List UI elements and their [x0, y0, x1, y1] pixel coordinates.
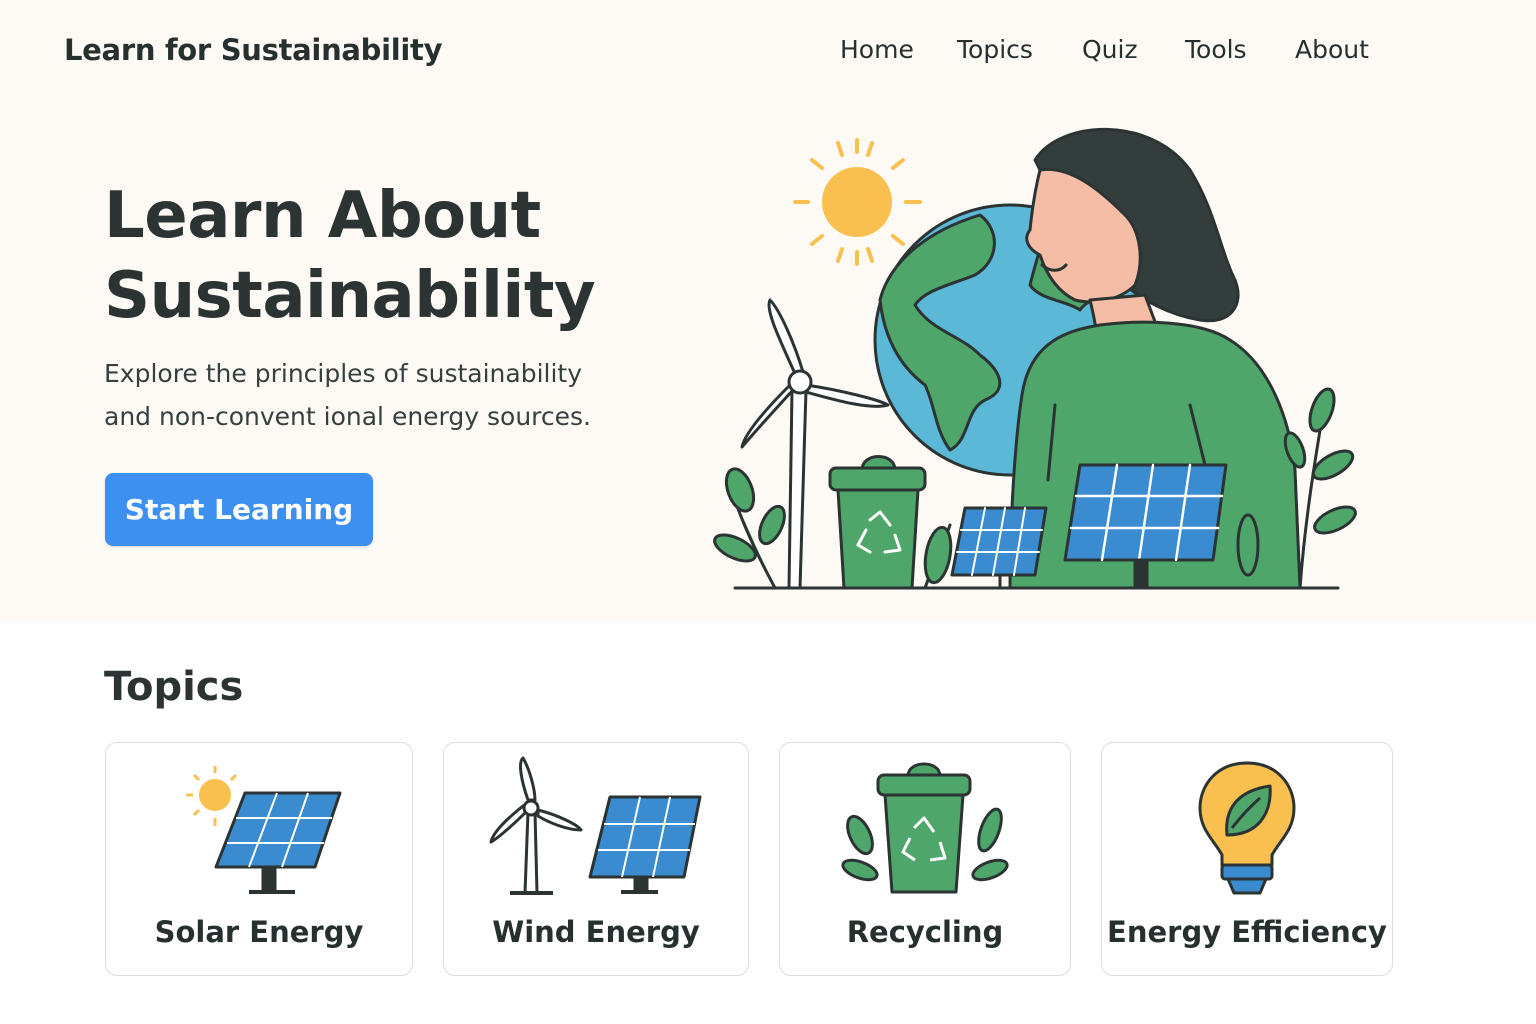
topic-card-wind[interactable]: Wind Energy [443, 742, 749, 976]
nav-topics[interactable]: Topics [957, 35, 1033, 64]
hero-subtitle-line2: and non-convent ional energy sources. [104, 402, 591, 431]
topic-card-solar[interactable]: Solar Energy [105, 742, 413, 976]
hero-title-line1: Learn About [104, 179, 541, 253]
topic-label-solar: Solar Energy [154, 915, 364, 949]
recycle-bin-icon [828, 455, 927, 590]
solar-panel-icon [950, 506, 1048, 590]
topics-heading: Topics [104, 664, 244, 710]
solar-panel-icon [186, 766, 342, 894]
topic-label-recycling: Recycling [846, 915, 1004, 949]
topic-card-recycling[interactable]: Recycling [779, 742, 1071, 976]
main-nav: Home Topics Quiz Tools About [0, 35, 1536, 71]
topic-label-wind: Wind Energy [492, 915, 700, 949]
hero-subtitle: Explore the principles of sustainability… [104, 352, 664, 438]
nav-home[interactable]: Home [840, 35, 914, 64]
hero-subtitle-line1: Explore the principles of sustainability [104, 359, 583, 388]
nav-tools[interactable]: Tools [1185, 35, 1247, 64]
lightbulb-leaf-icon [1198, 761, 1296, 895]
topic-label-efficiency: Energy Efficiency [1107, 915, 1387, 949]
sun-icon [793, 138, 922, 266]
wind-turbine-icon [489, 756, 702, 895]
start-learning-button[interactable]: Start Learning [105, 473, 373, 546]
topic-card-efficiency[interactable]: Energy Efficiency [1101, 742, 1393, 976]
nav-quiz[interactable]: Quiz [1082, 35, 1138, 64]
nav-about[interactable]: About [1295, 35, 1369, 64]
hero-title: Learn About Sustainability [104, 176, 664, 336]
hero-title-line2: Sustainability [104, 259, 596, 333]
hero-illustration [713, 127, 1357, 590]
recycle-bin-icon [841, 762, 1009, 894]
